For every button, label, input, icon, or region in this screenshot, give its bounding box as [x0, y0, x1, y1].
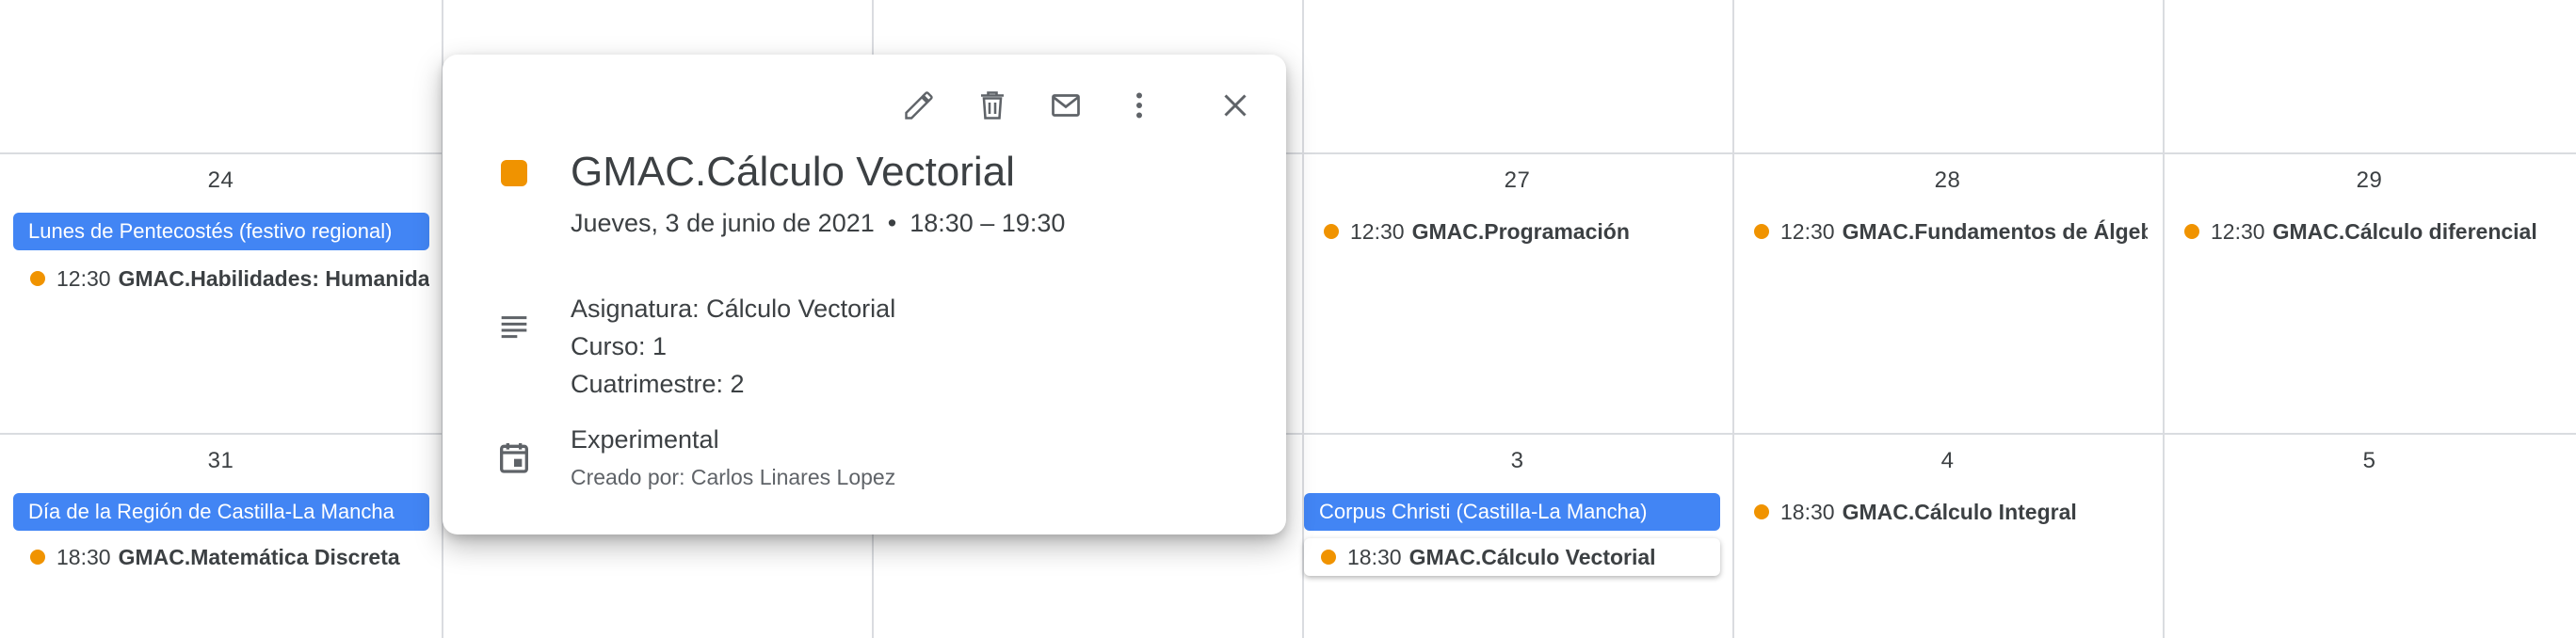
more-vert-icon	[1136, 92, 1142, 119]
event-color-dot	[2184, 224, 2199, 239]
grid-col-divider	[2163, 0, 2165, 638]
event-details-popup: GMAC.Cálculo Vectorial Jueves, 3 de juni…	[443, 55, 1286, 534]
event-title: GMAC.Cálculo Vectorial	[571, 149, 1015, 195]
event-datetime: Jueves, 3 de junio de 2021 • 18:30 – 19:30	[571, 209, 1065, 238]
event-title: GMAC.Habilidades: Humanidades	[118, 266, 429, 291]
holiday-chip[interactable]: Lunes de Pentecostés (festivo regional)	[13, 213, 429, 250]
holiday-chip[interactable]: Día de la Región de Castilla-La Mancha	[13, 493, 429, 531]
event-creator: Creado por: Carlos Linares Lopez	[571, 465, 896, 489]
event-title: GMAC.Programación	[1411, 219, 1630, 244]
day-number[interactable]: 29	[2163, 167, 2576, 194]
event-item[interactable]: 12:30 GMAC.Habilidades: Humanidades	[13, 260, 429, 297]
grid-row-divider	[0, 152, 2576, 154]
event-title: GMAC.Fundamentos de Álgebra	[1842, 219, 2148, 244]
more-options-button[interactable]	[1113, 79, 1166, 132]
edit-event-button[interactable]	[893, 79, 945, 132]
day-number[interactable]: 24	[0, 167, 442, 194]
event-time: 12:30	[2211, 219, 2265, 244]
event-description: Asignatura: Cálculo Vectorial Curso: 1 C…	[571, 290, 895, 403]
event-time: 18:30	[1347, 545, 1402, 569]
event-item[interactable]: 12:30 GMAC.Programación	[1307, 213, 1723, 250]
grid-row-divider	[0, 433, 2576, 435]
event-color-dot	[1321, 550, 1336, 565]
email-guests-button[interactable]	[1039, 79, 1092, 132]
grid-col-divider	[1732, 0, 1734, 638]
event-item[interactable]: 18:30 GMAC.Matemática Discreta	[13, 538, 429, 576]
event-item[interactable]: 18:30 GMAC.Cálculo Integral	[1737, 493, 2148, 531]
close-button[interactable]	[1209, 79, 1262, 132]
day-number[interactable]: 28	[1732, 167, 2163, 194]
event-item-selected[interactable]: 18:30 GMAC.Cálculo Vectorial	[1304, 538, 1720, 576]
day-number[interactable]: 5	[2163, 448, 2576, 474]
day-number[interactable]: 27	[1302, 167, 1732, 194]
event-color-swatch	[501, 160, 527, 186]
datetime-separator: •	[887, 209, 897, 237]
day-number[interactable]: 3	[1302, 448, 1732, 474]
description-line: Curso: 1	[571, 332, 668, 360]
delete-icon	[981, 91, 1004, 120]
event-title: GMAC.Matemática Discreta	[118, 545, 400, 569]
month-grid: 24 Lunes de Pentecostés (festivo regiona…	[0, 0, 2576, 638]
description-line: Asignatura: Cálculo Vectorial	[571, 295, 896, 323]
event-item[interactable]: 12:30 GMAC.Fundamentos de Álgebra	[1737, 213, 2148, 250]
event-time-range: 18:30 – 19:30	[910, 209, 1066, 237]
event-time: 18:30	[56, 545, 111, 569]
event-color-dot	[1324, 224, 1339, 239]
event-title: GMAC.Cálculo Integral	[1842, 500, 2077, 524]
event-color-dot	[1754, 224, 1769, 239]
email-icon	[1052, 94, 1080, 117]
event-item[interactable]: 12:30 GMAC.Cálculo diferencial	[2167, 213, 2572, 250]
calendar-name: Experimental	[571, 425, 719, 454]
event-color-dot	[30, 271, 45, 286]
day-number[interactable]: 4	[1732, 448, 2163, 474]
event-color-dot	[30, 550, 45, 565]
event-time: 12:30	[56, 266, 111, 291]
event-title: GMAC.Cálculo diferencial	[2272, 219, 2537, 244]
calendar-icon	[500, 443, 528, 473]
description-line: Cuatrimestre: 2	[571, 370, 745, 398]
event-date: Jueves, 3 de junio de 2021	[571, 209, 875, 237]
description-icon	[501, 316, 527, 339]
event-time: 12:30	[1350, 219, 1405, 244]
event-title: GMAC.Cálculo Vectorial	[1409, 545, 1656, 569]
day-number[interactable]: 31	[0, 448, 442, 474]
event-time: 12:30	[1780, 219, 1835, 244]
edit-icon	[905, 91, 933, 120]
holiday-chip[interactable]: Corpus Christi (Castilla-La Mancha)	[1304, 493, 1720, 531]
close-icon	[1224, 94, 1247, 117]
event-time: 18:30	[1780, 500, 1835, 524]
delete-event-button[interactable]	[966, 79, 1019, 132]
event-color-dot	[1754, 504, 1769, 519]
